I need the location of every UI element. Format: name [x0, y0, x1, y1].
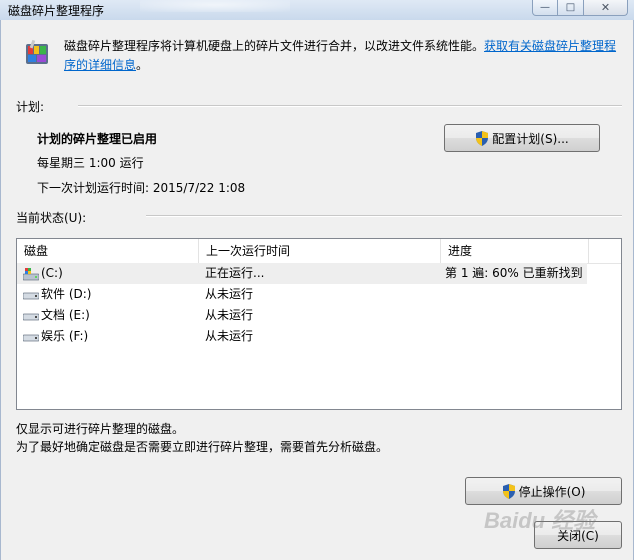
note-defraggable-only: 仅显示可进行碎片整理的磁盘。: [16, 422, 185, 436]
current-status-group-label: 当前状态(U):: [16, 211, 87, 225]
disk-list[interactable]: 磁盘 上一次运行时间 进度 (C:) 正在运行... 第 1 遍: 60% 已重…: [16, 238, 622, 410]
close-icon: ✕: [600, 1, 611, 14]
defrag-app-icon: [26, 39, 48, 64]
window-controls: — □ ✕: [532, 0, 628, 16]
stop-operation-label: 停止操作(O): [518, 484, 586, 499]
intro-text: 磁盘碎片整理程序将计算机硬盘上的碎片文件进行合并，以改进文件系统性能。获取有关磁…: [64, 37, 624, 75]
minimize-icon: —: [540, 2, 550, 13]
schedule-divider: [78, 105, 622, 107]
uac-shield-icon: [502, 483, 515, 499]
column-header-progress[interactable]: 进度: [441, 239, 589, 263]
intro-suffix: 。: [136, 58, 149, 72]
stop-operation-button[interactable]: 停止操作(O): [465, 477, 622, 505]
configure-schedule-button[interactable]: 配置计划(S)...: [444, 124, 600, 152]
system-drive-icon: [23, 268, 39, 281]
close-window-button[interactable]: ✕: [584, 0, 628, 16]
drive-icon: [23, 292, 39, 300]
configure-schedule-label: 配置计划(S)...: [492, 131, 569, 146]
note-analyze-first: 为了最好地确定磁盘是否需要立即进行碎片整理，需要首先分析磁盘。: [16, 440, 389, 454]
disk-row-c[interactable]: (C:) 正在运行... 第 1 遍: 60% 已重新找到: [17, 263, 587, 284]
disk-last-run: 正在运行...: [205, 266, 265, 280]
baidu-watermark: Baidu 经验: [484, 508, 596, 533]
schedule-frequency: 每星期三 1:00 运行: [37, 156, 144, 170]
disk-name: 软件 (D:): [41, 287, 92, 301]
window-title: 磁盘碎片整理程序: [8, 4, 105, 18]
schedule-group-label: 计划:: [16, 100, 45, 114]
disk-name: 娱乐 (F:): [41, 329, 89, 343]
disk-last-run: 从未运行: [205, 329, 254, 343]
disk-last-run: 从未运行: [205, 308, 254, 322]
current-status-divider: [146, 215, 622, 217]
disk-name: (C:): [41, 266, 63, 280]
title-bar: 磁盘碎片整理程序 — □ ✕: [0, 0, 634, 20]
schedule-status: 计划的碎片整理已启用: [37, 132, 158, 146]
disk-name: 文档 (E:): [41, 308, 90, 322]
disk-row-d[interactable]: 软件 (D:) 从未运行: [17, 284, 621, 305]
minimize-button[interactable]: —: [532, 0, 558, 16]
intro-description: 磁盘碎片整理程序将计算机硬盘上的碎片文件进行合并，以改进文件系统性能。: [64, 39, 485, 53]
disk-row-f[interactable]: 娱乐 (F:) 从未运行: [17, 326, 621, 347]
drive-icon: [23, 313, 39, 321]
maximize-icon: □: [565, 2, 576, 13]
disk-list-header: 磁盘 上一次运行时间 进度: [17, 239, 621, 264]
disk-last-run: 从未运行: [205, 287, 254, 301]
schedule-next-run: 下一次计划运行时间: 2015/7/22 1:08: [37, 181, 246, 195]
disk-progress: 第 1 遍: 60% 已重新找到: [445, 266, 583, 280]
column-header-last-run[interactable]: 上一次运行时间: [199, 239, 441, 263]
maximize-button[interactable]: □: [558, 0, 584, 16]
column-header-disk[interactable]: 磁盘: [17, 239, 199, 263]
disk-row-e[interactable]: 文档 (E:) 从未运行: [17, 305, 621, 326]
drive-icon: [23, 334, 39, 342]
title-glare: [140, 0, 290, 12]
uac-shield-icon: [476, 130, 489, 146]
